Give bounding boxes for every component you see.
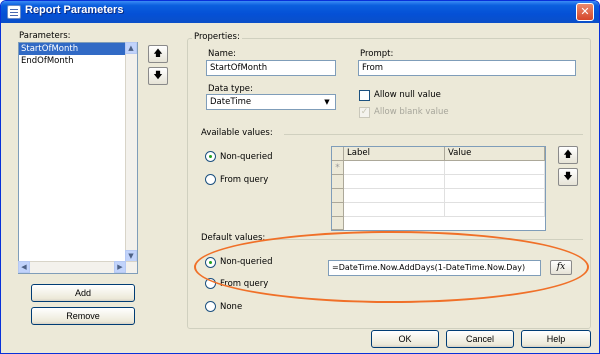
default-none-radio[interactable]: [205, 301, 216, 312]
title-bar: Report Parameters ✕: [1, 1, 599, 23]
chevron-down-icon[interactable]: ▼: [320, 96, 334, 108]
grid-corner-header: [332, 147, 344, 161]
default-non-queried-radio[interactable]: [205, 257, 216, 268]
grid-new-row-marker: *: [332, 161, 344, 175]
available-non-queried-label: Non-queried: [220, 152, 273, 162]
grid-cell-label[interactable]: [344, 175, 445, 189]
move-down-button[interactable]: 🡇: [148, 67, 168, 85]
name-label: Name:: [208, 49, 236, 59]
default-non-queried-label: Non-queried: [220, 257, 273, 267]
available-from-query-label: From query: [220, 175, 269, 185]
scroll-right-icon[interactable]: ▶: [114, 261, 126, 273]
available-from-query-radio[interactable]: [205, 174, 216, 185]
grid-move-up-button[interactable]: 🡅: [558, 146, 578, 164]
report-parameters-dialog: Report Parameters ✕ Parameters: StartOfM…: [0, 0, 600, 354]
parameters-list[interactable]: StartOfMonth EndOfMonth ▲ ▼ ◀ ▶: [18, 42, 138, 274]
add-button[interactable]: Add: [31, 284, 135, 302]
prompt-label: Prompt:: [360, 49, 394, 59]
parameter-item-start-of-month[interactable]: StartOfMonth: [19, 43, 137, 55]
default-values-legend: Default values:: [201, 233, 266, 243]
data-type-value: DateTime: [210, 97, 252, 107]
grid-row-header: [332, 203, 344, 217]
parameters-vertical-scrollbar[interactable]: ▲ ▼: [125, 42, 137, 273]
ok-button[interactable]: OK: [371, 330, 439, 348]
grid-cell-label[interactable]: [344, 203, 445, 217]
default-none-label: None: [220, 302, 243, 312]
allow-blank-checkbox[interactable]: ✓: [359, 107, 370, 118]
parameters-label: Parameters:: [19, 31, 71, 41]
grid-row-header: [332, 217, 344, 230]
grid-row-header: [332, 189, 344, 203]
grid-cell-label[interactable]: [344, 161, 445, 175]
available-values-divider: [284, 134, 583, 135]
properties-legend: Properties:: [192, 32, 242, 42]
parameters-horizontal-scrollbar[interactable]: ◀ ▶: [18, 261, 137, 273]
arrow-up-icon: 🡅: [153, 49, 163, 59]
available-values-grid[interactable]: Label Value *: [331, 146, 546, 231]
arrow-down-icon: 🡇: [563, 172, 573, 182]
grid-move-down-button[interactable]: 🡇: [558, 168, 578, 186]
grid-cell-value[interactable]: [445, 175, 545, 189]
grid-row-header: [332, 175, 344, 189]
grid-cell-value[interactable]: [445, 189, 545, 203]
scroll-left-icon[interactable]: ◀: [18, 261, 30, 273]
available-non-queried-radio[interactable]: [205, 151, 216, 162]
default-values-divider: [273, 239, 583, 240]
function-icon: fx: [556, 262, 566, 272]
grid-cell-value[interactable]: [445, 203, 545, 217]
name-field[interactable]: StartOfMonth: [206, 60, 336, 76]
grid-cell-value[interactable]: [445, 161, 545, 175]
grid-header-label[interactable]: Label: [344, 147, 445, 161]
dialog-icon: [7, 5, 21, 19]
allow-blank-label: Allow blank value: [374, 107, 449, 117]
arrow-down-icon: 🡇: [153, 71, 163, 81]
grid-cell-label[interactable]: [344, 189, 445, 203]
default-value-expression-field[interactable]: =DateTime.Now.AddDays(1-DateTime.Now.Day…: [328, 260, 541, 276]
parameter-item-end-of-month[interactable]: EndOfMonth: [19, 55, 137, 67]
close-button[interactable]: ✕: [576, 3, 594, 21]
allow-null-label: Allow null value: [374, 90, 441, 100]
prompt-field[interactable]: From: [358, 60, 576, 76]
data-type-select[interactable]: DateTime ▼: [206, 94, 336, 110]
cancel-button[interactable]: Cancel: [446, 330, 514, 348]
allow-null-checkbox[interactable]: [359, 90, 370, 101]
scroll-up-icon[interactable]: ▲: [125, 42, 137, 54]
remove-button[interactable]: Remove: [31, 307, 135, 325]
data-type-label: Data type:: [208, 84, 253, 94]
arrow-up-icon: 🡅: [563, 150, 573, 160]
expression-editor-button[interactable]: fx: [550, 260, 572, 275]
move-up-button[interactable]: 🡅: [148, 45, 168, 63]
default-from-query-radio[interactable]: [205, 278, 216, 289]
grid-header-value[interactable]: Value: [445, 147, 545, 161]
default-from-query-label: From query: [220, 279, 269, 289]
window-title: Report Parameters: [25, 4, 124, 16]
help-button[interactable]: Help: [521, 330, 591, 348]
available-values-legend: Available values:: [201, 128, 273, 138]
